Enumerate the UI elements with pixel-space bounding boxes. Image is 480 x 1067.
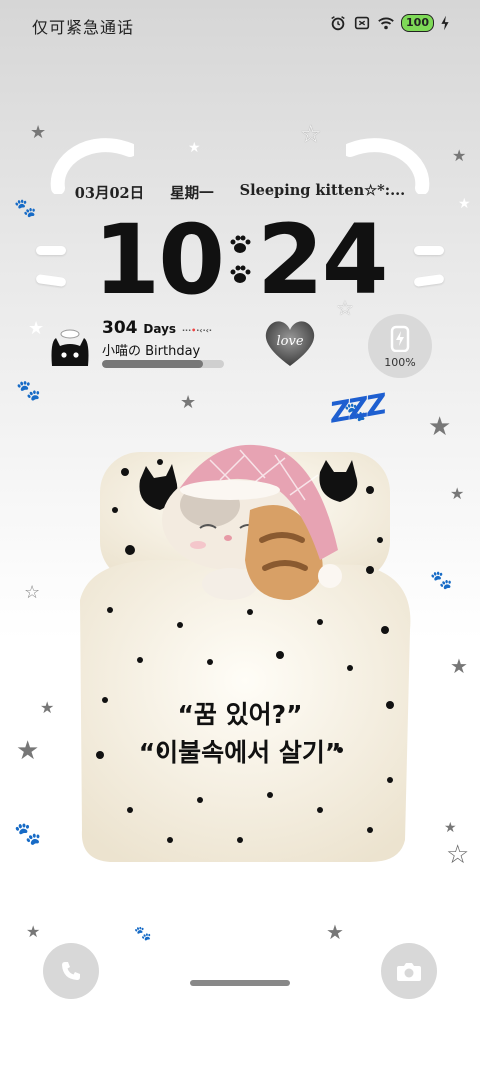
star-icon: ★ <box>450 654 468 678</box>
sim-icon <box>354 16 370 30</box>
lockscreen-quote: “꿈 있어?” “이불속에서 살기” <box>0 696 480 772</box>
clock-minutes: 24 <box>257 204 389 316</box>
caption-text: Sleeping kitten☆*:... <box>239 182 406 199</box>
love-text: love <box>276 334 304 349</box>
lock-clock[interactable]: 10 24 <box>0 212 480 308</box>
home-indicator[interactable] <box>190 980 290 986</box>
star-icon: ★ <box>326 920 344 944</box>
status-carrier-text: 仅可紧急通话 <box>32 18 135 37</box>
paw-icon: 🐾 <box>134 926 152 942</box>
countdown-days: 304 Days ···•·‹·‹· <box>102 318 212 338</box>
star-icon: ☆ <box>24 582 41 603</box>
paw-icon: 🐾 <box>14 822 42 847</box>
date-line: 03月02日 星期一 Sleeping kitten☆*:... <box>0 182 480 203</box>
quote-line-2: “이불속에서 살기” <box>138 738 342 767</box>
star-icon: ★ <box>188 140 201 156</box>
sleeping-kitten-illustration <box>80 444 411 862</box>
birthday-countdown-widget[interactable]: 304 Days ···•·‹·‹· 小喵の Birthday <box>48 314 238 374</box>
clock-separator <box>229 235 251 285</box>
clock-hours: 10 <box>93 204 225 316</box>
paw-icon: 🐾 <box>16 378 41 402</box>
quote-line-1: “꿈 있어?” <box>177 700 303 729</box>
star-icon: ★ <box>26 922 41 941</box>
star-icon: ★ <box>428 412 452 442</box>
sleep-zzz-text: ZZZ <box>327 387 388 430</box>
battery-charging-icon <box>390 325 410 352</box>
paw-icon <box>230 265 251 283</box>
star-icon: ☆ <box>446 840 470 870</box>
battery-percent: 100% <box>384 356 416 369</box>
star-icon: ★ <box>450 484 465 503</box>
alarm-icon <box>331 16 345 31</box>
star-icon: ☆ <box>300 120 322 148</box>
countdown-days-unit: Days <box>143 322 177 336</box>
battery-icon: 100 <box>401 14 434 32</box>
status-icons: 100 <box>329 14 450 32</box>
charging-icon <box>441 15 449 31</box>
countdown-days-number: 304 <box>102 318 138 338</box>
paw-icon <box>230 235 251 253</box>
phone-shortcut-button[interactable] <box>43 943 99 999</box>
camera-icon <box>397 963 421 981</box>
battery-widget[interactable]: 100% <box>368 314 432 378</box>
weekday-text: 星期一 <box>170 185 214 202</box>
star-icon: ★ <box>452 146 467 165</box>
star-icon: ★ <box>28 318 45 339</box>
wifi-icon <box>378 17 394 30</box>
countdown-progress-bar <box>102 360 224 368</box>
star-icon: ★ <box>444 820 457 836</box>
paw-icon: 🐾 <box>430 570 453 591</box>
phone-icon <box>62 962 80 980</box>
countdown-progress-fill <box>102 360 204 368</box>
black-cat-avatar-icon <box>51 329 89 366</box>
date-text: 03月02日 <box>74 185 145 202</box>
star-icon: ★ <box>30 122 47 143</box>
countdown-label: 小喵の Birthday <box>102 344 201 359</box>
camera-shortcut-button[interactable] <box>381 943 437 999</box>
